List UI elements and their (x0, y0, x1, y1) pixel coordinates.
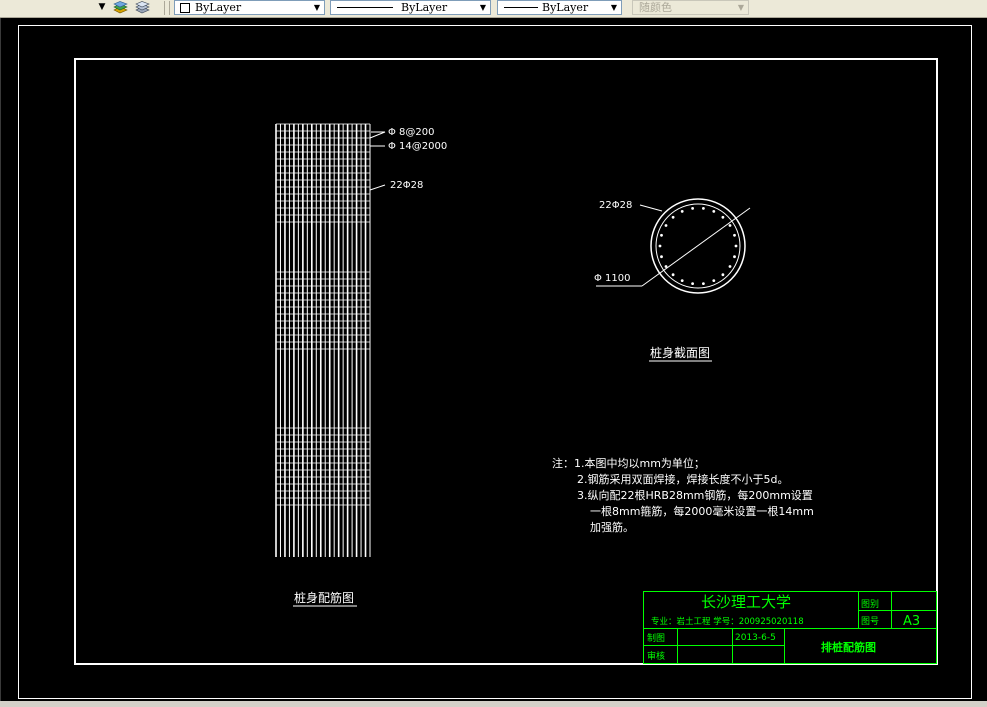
label-checked: 审核 (647, 650, 665, 662)
drawing-svg: Φ 8@200 Φ 14@2000 22Φ28 桩身配筋图 22Φ28 Φ 11… (18, 25, 972, 699)
rebar-dot (680, 210, 684, 213)
date: 2013-6-5 (735, 633, 776, 643)
drawing-border (74, 58, 938, 665)
ring-label: Φ 14@2000 (388, 141, 447, 152)
rebar-dot (660, 233, 663, 237)
label-number: 图号 (861, 616, 879, 627)
section-bar-leader (639, 204, 663, 212)
drawing-name: 排桩配筋图 (821, 640, 876, 654)
section-bar-label: 22Φ28 (599, 200, 632, 211)
status-strip (0, 701, 987, 707)
rebar-dot (712, 279, 716, 282)
rebar-dot (660, 255, 663, 259)
rebar-dot (733, 233, 736, 237)
elevation-leaders (369, 131, 386, 191)
note-line: 注：1.本图中均以mm为单位； (552, 456, 705, 470)
note-line: 加强筋。 (590, 520, 634, 534)
rebar-dot (691, 282, 694, 285)
rebar-dot (691, 207, 694, 210)
label-category: 图别 (861, 599, 879, 610)
rebar-dot (671, 215, 675, 219)
rebar-dot (658, 244, 662, 248)
major-line: 专业：岩土工程 学号：200925020118 (651, 616, 804, 627)
rebar-dot (680, 279, 684, 282)
note-line: 2.钢筋采用双面焊接，焊接长度不小于5d。 (577, 472, 788, 486)
rebar-dot (702, 207, 705, 210)
rebar-dot (734, 244, 738, 248)
rebar-dot (702, 282, 705, 285)
rebar-dot (664, 224, 668, 227)
school-name: 长沙理工大学 (701, 593, 791, 611)
diameter-label: Φ 1100 (594, 273, 631, 284)
rebar-dot (671, 273, 675, 277)
main-bar-label: 22Φ28 (390, 180, 423, 191)
label-drawn: 制图 (647, 632, 665, 644)
rebar-dot (733, 255, 736, 259)
rebar-dot (728, 224, 732, 227)
rebar-dot (728, 265, 732, 268)
value-number: A3 (903, 614, 920, 629)
stirrup-label: Φ 8@200 (388, 127, 435, 138)
section-title: 桩身截面图 (650, 345, 710, 360)
pile-elevation (275, 123, 371, 557)
elevation-title: 桩身配筋图 (294, 590, 354, 605)
note-line: 3.纵向配22根HRB28mm钢筋，每200mm设置 (577, 488, 813, 502)
note-line: 一根8mm箍筋，每2000毫米设置一根14mm (590, 504, 814, 518)
outer-frame (18, 25, 972, 699)
rebar-dot (721, 273, 725, 277)
notes: 注：1.本图中均以mm为单位； 2.钢筋采用双面焊接，焊接长度不小于5d。 3.… (552, 456, 814, 534)
rebar-dot (721, 215, 725, 219)
rebar-dot (712, 210, 716, 213)
